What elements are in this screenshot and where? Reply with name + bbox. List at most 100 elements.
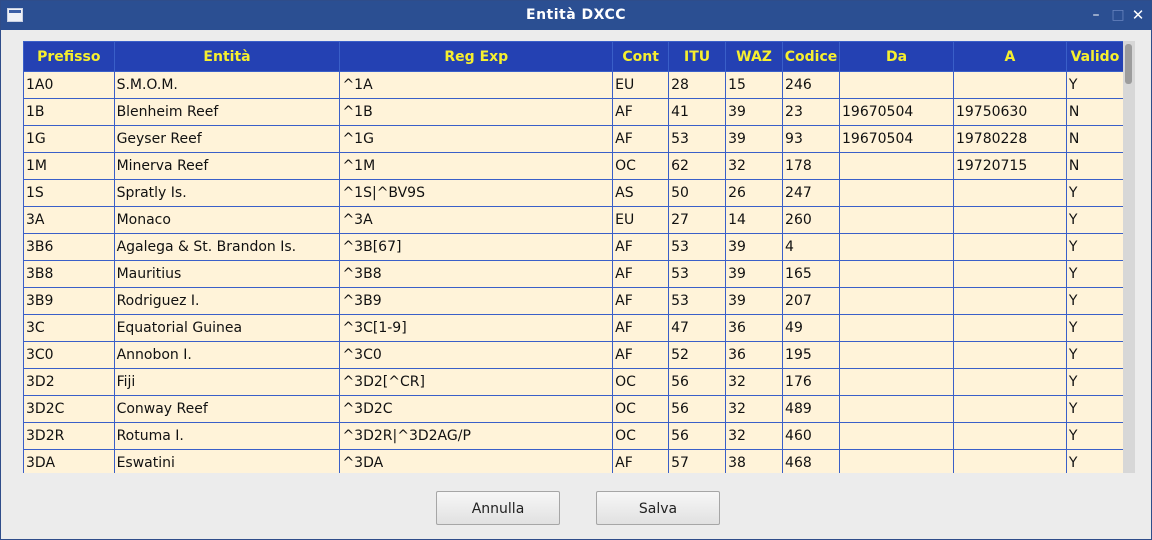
cell-a[interactable]	[952, 314, 1067, 342]
cell-waz[interactable]: 38	[725, 449, 784, 473]
cell-prefisso[interactable]: 1A0	[23, 71, 115, 99]
cell-itu[interactable]: 52	[668, 341, 727, 369]
cell-entita[interactable]: Annobon I.	[113, 341, 341, 369]
cell-entita[interactable]: Rotuma I.	[113, 422, 341, 450]
cell-da[interactable]	[839, 233, 954, 261]
cell-cont[interactable]: AF	[612, 449, 670, 473]
cell-cont[interactable]: AF	[612, 98, 670, 126]
cell-itu[interactable]: 53	[668, 233, 727, 261]
cell-waz[interactable]: 32	[725, 395, 784, 423]
cell-codice[interactable]: 195	[782, 341, 841, 369]
maximize-icon[interactable]: □	[1108, 5, 1128, 25]
cell-entita[interactable]: Fiji	[113, 368, 341, 396]
cell-prefisso[interactable]: 3D2C	[23, 395, 115, 423]
cell-prefisso[interactable]: 3DA	[23, 449, 115, 473]
cell-cont[interactable]: AF	[612, 125, 670, 153]
cell-reg-exp[interactable]: ^1M	[339, 152, 614, 180]
minimize-icon[interactable]: –	[1086, 5, 1106, 25]
cell-da[interactable]	[839, 206, 954, 234]
cell-itu[interactable]: 47	[668, 314, 727, 342]
cell-cont[interactable]: OC	[612, 368, 670, 396]
cell-a[interactable]	[952, 233, 1067, 261]
cell-prefisso[interactable]: 3B9	[23, 287, 115, 315]
cell-waz[interactable]: 32	[725, 422, 784, 450]
cell-valido[interactable]: N	[1065, 125, 1123, 153]
cell-valido[interactable]: N	[1065, 152, 1123, 180]
cell-prefisso[interactable]: 1S	[23, 179, 115, 207]
table-row[interactable]: 3A Monaco ^3A EU 27 14 260 Y	[23, 206, 1123, 234]
table-row[interactable]: 3C Equatorial Guinea ^3C[1-9] AF 47 36 49 Y	[23, 314, 1123, 342]
cell-da[interactable]	[839, 260, 954, 288]
cell-reg-exp[interactable]: ^3B[67]	[339, 233, 614, 261]
cell-entita[interactable]: Mauritius	[113, 260, 341, 288]
cell-da[interactable]	[839, 449, 954, 473]
header-prefisso[interactable]: Prefisso	[23, 41, 115, 72]
cell-da[interactable]	[839, 179, 954, 207]
cell-valido[interactable]: Y	[1065, 260, 1123, 288]
cell-reg-exp[interactable]: ^3D2R|^3D2AG/P	[339, 422, 614, 450]
cell-reg-exp[interactable]: ^3B9	[339, 287, 614, 315]
cell-a[interactable]: 19750630	[952, 98, 1067, 126]
cell-waz[interactable]: 32	[725, 368, 784, 396]
cell-waz[interactable]: 39	[725, 125, 784, 153]
cell-itu[interactable]: 56	[668, 368, 727, 396]
cell-cont[interactable]: AS	[612, 179, 670, 207]
cell-valido[interactable]: Y	[1065, 179, 1123, 207]
header-codice[interactable]: Codice	[782, 41, 841, 72]
cell-codice[interactable]: 460	[782, 422, 841, 450]
title-bar[interactable]: Entità DXCC – □ ✕	[1, 1, 1151, 30]
cell-prefisso[interactable]: 3D2	[23, 368, 115, 396]
cell-valido[interactable]: Y	[1065, 314, 1123, 342]
cell-valido[interactable]: Y	[1065, 71, 1123, 99]
header-cont[interactable]: Cont	[612, 41, 670, 72]
table-row[interactable]: 3D2R Rotuma I. ^3D2R|^3D2AG/P OC 56 32 460 Y	[23, 422, 1123, 450]
cell-entita[interactable]: S.M.O.M.	[113, 71, 341, 99]
cell-da[interactable]	[839, 152, 954, 180]
header-reg-exp[interactable]: Reg Exp	[339, 41, 614, 72]
cell-reg-exp[interactable]: ^1A	[339, 71, 614, 99]
cell-reg-exp[interactable]: ^3A	[339, 206, 614, 234]
cell-prefisso[interactable]: 3B6	[23, 233, 115, 261]
cell-waz[interactable]: 15	[725, 71, 784, 99]
cell-itu[interactable]: 41	[668, 98, 727, 126]
cell-a[interactable]	[952, 395, 1067, 423]
cell-cont[interactable]: OC	[612, 422, 670, 450]
cell-da[interactable]	[839, 422, 954, 450]
cell-waz[interactable]: 39	[725, 287, 784, 315]
cell-a[interactable]: 19780228	[952, 125, 1067, 153]
table-row[interactable]: 3D2 Fiji ^3D2[^CR] OC 56 32 176 Y	[23, 368, 1123, 396]
cell-entita[interactable]: Geyser Reef	[113, 125, 341, 153]
cell-reg-exp[interactable]: ^1S|^BV9S	[339, 179, 614, 207]
cell-valido[interactable]: N	[1065, 98, 1123, 126]
table-row[interactable]: 3B6 Agalega & St. Brandon Is. ^3B[67] AF 53 3…	[23, 233, 1123, 261]
cell-prefisso[interactable]: 3C	[23, 314, 115, 342]
table-row[interactable]: 3DA Eswatini ^3DA AF 57 38 468 Y	[23, 449, 1123, 473]
header-a[interactable]: A	[952, 41, 1067, 72]
cell-da[interactable]	[839, 71, 954, 99]
cell-entita[interactable]: Minerva Reef	[113, 152, 341, 180]
cell-codice[interactable]: 93	[782, 125, 841, 153]
cell-codice[interactable]: 246	[782, 71, 841, 99]
cell-codice[interactable]: 4	[782, 233, 841, 261]
cell-prefisso[interactable]: 3C0	[23, 341, 115, 369]
cell-itu[interactable]: 57	[668, 449, 727, 473]
table-row[interactable]: 1G Geyser Reef ^1G AF 53 39 93 19670504 19780228…	[23, 125, 1123, 153]
cell-da[interactable]	[839, 395, 954, 423]
cell-prefisso[interactable]: 1G	[23, 125, 115, 153]
table-row[interactable]: 3B8 Mauritius ^3B8 AF 53 39 165 Y	[23, 260, 1123, 288]
cell-codice[interactable]: 207	[782, 287, 841, 315]
cell-codice[interactable]: 489	[782, 395, 841, 423]
cell-a[interactable]	[952, 71, 1067, 99]
cell-valido[interactable]: Y	[1065, 422, 1123, 450]
cell-da[interactable]	[839, 287, 954, 315]
cell-waz[interactable]: 39	[725, 260, 784, 288]
cell-cont[interactable]: AF	[612, 314, 670, 342]
cell-reg-exp[interactable]: ^3D2C	[339, 395, 614, 423]
cell-codice[interactable]: 176	[782, 368, 841, 396]
cell-valido[interactable]: Y	[1065, 233, 1123, 261]
cell-da[interactable]	[839, 368, 954, 396]
cell-reg-exp[interactable]: ^3DA	[339, 449, 614, 473]
cell-codice[interactable]: 23	[782, 98, 841, 126]
header-entita[interactable]: Entità	[113, 41, 341, 72]
cell-cont[interactable]: EU	[612, 71, 670, 99]
